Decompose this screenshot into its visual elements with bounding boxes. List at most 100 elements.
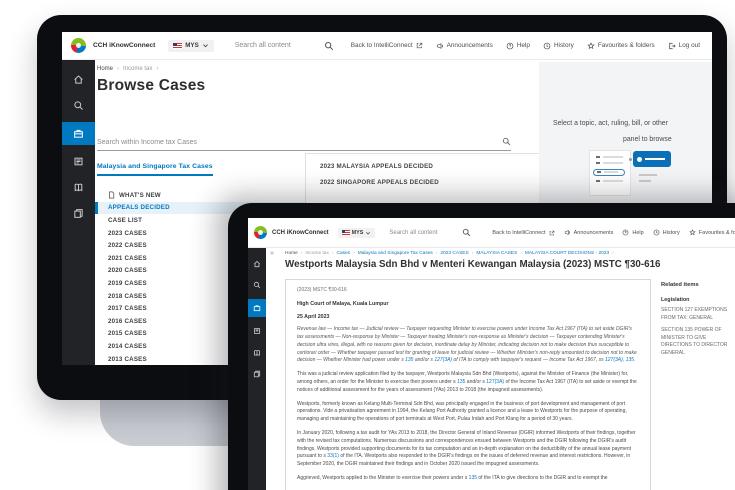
- back-to-intelliconnect-link[interactable]: Back to IntelliConnect: [351, 42, 423, 49]
- brand-logo-icon: [254, 226, 267, 239]
- global-search-input[interactable]: Search all content: [389, 230, 437, 236]
- rail-home-icon[interactable]: [248, 256, 266, 271]
- inline-section-link[interactable]: 127(3A): [434, 357, 452, 363]
- search-icon[interactable]: [462, 228, 471, 237]
- list-item-label: 2022 CASES: [108, 242, 147, 249]
- breadcrumb-income-tax[interactable]: Income tax: [123, 66, 152, 72]
- rail-copy-icon[interactable]: [248, 367, 266, 382]
- rail-book-icon[interactable]: [62, 178, 95, 197]
- rail-book-icon[interactable]: [248, 345, 266, 360]
- search-icon[interactable]: [502, 137, 511, 146]
- announcements-button[interactable]: Announcements: [564, 229, 614, 236]
- breadcrumb-separator: ›: [612, 251, 614, 256]
- text-run: of the ITA to give directions to the DGI…: [477, 475, 608, 481]
- text-run: Aggrieved, Westports applied to the Mini…: [297, 475, 469, 481]
- scoped-search-field[interactable]: Search within Income tax Cases: [97, 131, 511, 151]
- region-code: MYS: [352, 230, 364, 236]
- result-2023-malaysia-appeals[interactable]: 2023 MALAYSIA APPEALS DECIDED: [306, 154, 539, 170]
- list-item-label: WHAT'S NEW: [119, 192, 161, 199]
- breadcrumb-separator: ›: [520, 251, 522, 256]
- search-icon[interactable]: [324, 41, 334, 51]
- breadcrumb-home[interactable]: Home: [285, 251, 298, 256]
- case-catchwords: Revenue law — Income tax — Judicial revi…: [297, 326, 639, 365]
- region-selector[interactable]: MYS: [168, 40, 213, 52]
- case-document-body: (2023) MSTC ¶30-616 High Court of Malaya…: [285, 279, 651, 490]
- scoped-search-input[interactable]: Search within Income tax Cases: [97, 139, 197, 146]
- help-icon: [622, 229, 629, 236]
- inline-section-link[interactable]: 135: [469, 475, 477, 481]
- app-header: CCH iKnowConnect MYS Search all content …: [62, 32, 712, 60]
- list-item-label: 2023 CASES: [108, 230, 147, 237]
- rail-archive-icon[interactable]: [62, 152, 95, 171]
- chevron-down-icon: [365, 230, 371, 236]
- text-run: and/or s: [465, 379, 486, 385]
- history-icon: [543, 42, 551, 50]
- breadcrumb-court-decisions-2023[interactable]: MALAYSIA COURT DECISIONS - 2023: [525, 251, 609, 256]
- rail-archive-icon[interactable]: [248, 324, 266, 339]
- rail-search-icon[interactable]: [62, 96, 95, 115]
- list-item-label: 2014 CASES: [108, 343, 147, 350]
- region-selector[interactable]: MYS: [338, 228, 376, 238]
- history-button[interactable]: History: [653, 229, 680, 236]
- rail-search-icon[interactable]: [248, 278, 266, 293]
- result-2022-singapore-appeals[interactable]: 2022 SINGAPORE APPEALS DECIDED: [306, 170, 539, 186]
- related-link-section-127[interactable]: SECTION 127 EXEMPTIONS FROM TAX: GENERAL: [661, 307, 733, 322]
- case-title: Westports Malaysia Sdn Bhd v Menteri Kew…: [285, 259, 663, 270]
- breadcrumb-2023-cases[interactable]: 2023 CASES: [440, 251, 468, 256]
- breadcrumb-cases[interactable]: Cases: [336, 251, 350, 256]
- breadcrumb-separator: ›: [332, 251, 334, 256]
- list-item-label: 2016 CASES: [108, 318, 147, 325]
- star-icon: [689, 229, 696, 236]
- list-item-label: 2013 CASES: [108, 356, 147, 363]
- tab-malaysia-singapore-tax-cases[interactable]: Malaysia and Singapore Tax Cases: [97, 163, 213, 176]
- breadcrumb-malaysia-cases[interactable]: MALAYSIA CASES: [476, 251, 517, 256]
- star-icon: [587, 42, 595, 50]
- breadcrumb-home[interactable]: Home: [97, 66, 113, 72]
- list-illustration: [589, 150, 631, 196]
- breadcrumb-separator: ›: [156, 66, 158, 72]
- rail-browse-icon[interactable]: [62, 122, 95, 145]
- rail-home-icon[interactable]: [62, 70, 95, 89]
- app-header: CCH iKnowConnect MYS Search all content …: [248, 218, 735, 248]
- history-button[interactable]: History: [543, 42, 574, 50]
- legislation-heading: Legislation: [661, 297, 733, 303]
- breadcrumb-my-sg-tax-cases[interactable]: Malaysia and Singapore Tax Cases: [358, 251, 433, 256]
- breadcrumb: Home› Income tax› Cases› Malaysia and Si…: [285, 251, 614, 256]
- announcements-button[interactable]: Announcements: [436, 42, 493, 50]
- list-item-label: 2018 CASES: [108, 293, 147, 300]
- back-to-intelliconnect-link[interactable]: Back to IntelliConnect: [492, 230, 554, 236]
- header-nav: Back to IntelliConnect Announcements Hel…: [492, 229, 735, 236]
- inline-section-link[interactable]: 135: [626, 357, 634, 363]
- logout-icon: [668, 42, 676, 50]
- inline-section-link[interactable]: 33(1): [327, 453, 339, 459]
- breadcrumb-income-tax[interactable]: Income tax: [305, 251, 328, 256]
- text-run: of the ITA. Westports also responded to …: [297, 453, 630, 467]
- related-link-section-135[interactable]: SECTION 135 POWER OF MINISTER TO GIVE DI…: [661, 327, 733, 357]
- list-item-label: 2019 CASES: [108, 280, 147, 287]
- global-search-input[interactable]: Search all content: [235, 42, 291, 49]
- stage: CCH iKnowConnect MYS Search all content …: [0, 0, 735, 490]
- case-paragraph: Westports, formerly known as Kelang Mult…: [297, 401, 639, 424]
- related-items-panel: Related items Legislation SECTION 127 EX…: [661, 282, 733, 362]
- rail-copy-icon[interactable]: [62, 204, 95, 223]
- illustration-highlighted-row: [593, 169, 625, 176]
- help-button[interactable]: Help: [506, 42, 530, 50]
- breadcrumb-separator: ›: [436, 251, 438, 256]
- app-rail: [248, 248, 266, 490]
- rail-expand-chevrons[interactable]: »: [270, 250, 274, 257]
- breadcrumb-separator: ›: [301, 251, 303, 256]
- list-item-label: CASE LIST: [108, 217, 142, 224]
- favourites-button[interactable]: Favourites & folders: [587, 42, 655, 50]
- rail-browse-icon[interactable]: [248, 299, 266, 317]
- favourites-button[interactable]: Favourites & folders: [689, 229, 735, 236]
- megaphone-icon: [564, 229, 571, 236]
- list-item-whats-new[interactable]: WHAT'S NEW: [95, 189, 305, 202]
- help-button[interactable]: Help: [622, 229, 643, 236]
- logout-button[interactable]: Log out: [668, 42, 700, 50]
- text-run: and/or s: [413, 357, 434, 363]
- inline-section-link[interactable]: 127(3A): [605, 357, 623, 363]
- inline-section-link[interactable]: 127(3A): [486, 379, 504, 385]
- list-item-label: 2015 CASES: [108, 330, 147, 337]
- preview-hint-line1: Select a topic, act, ruling, bill, or ot…: [553, 120, 668, 127]
- list-item-label: 2021 CASES: [108, 255, 147, 262]
